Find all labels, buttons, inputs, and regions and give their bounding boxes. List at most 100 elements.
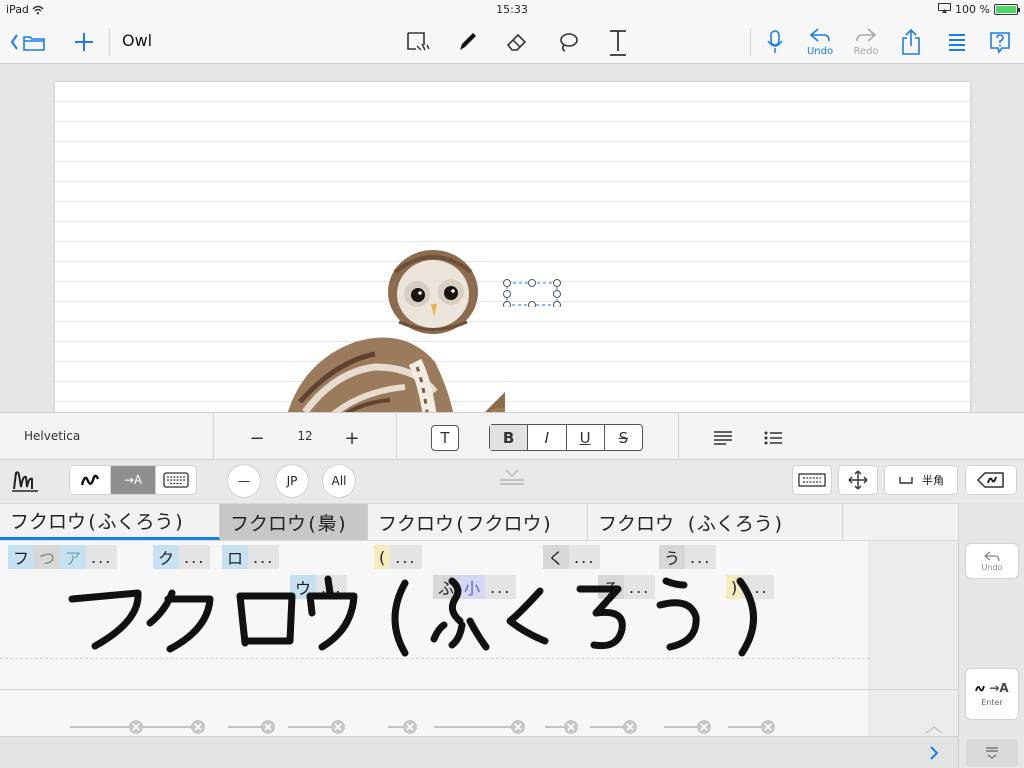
candidate-3[interactable]: フクロウ(フクロウ) xyxy=(368,504,588,540)
handwriting-panel: →A — JP All 半角 フクロウ(ふくろう) フクロウ(梟) フクロウ(フ… xyxy=(0,460,1024,768)
menu-button[interactable] xyxy=(942,20,972,64)
side-undo-label: Undo xyxy=(981,562,1003,572)
format-divider-3 xyxy=(678,413,679,461)
insert-space-button[interactable] xyxy=(793,466,831,494)
space-bar-icon xyxy=(899,477,913,484)
keyboard-mode-button[interactable] xyxy=(156,466,196,494)
text-style-button[interactable]: T xyxy=(431,425,459,451)
folder-icon xyxy=(10,34,45,51)
toolbar-divider xyxy=(109,28,110,56)
collapse-arrow-icon xyxy=(500,469,524,485)
share-icon xyxy=(902,28,920,55)
jp-language-button[interactable]: JP xyxy=(276,465,308,497)
handwriting-area[interactable]: フ つ ア ... ク ... ロ ... ( ... く ... う ... … xyxy=(0,541,958,736)
plus-icon xyxy=(75,33,93,51)
bullet-list-button[interactable] xyxy=(760,425,786,451)
half-width-space-button[interactable]: 半角 xyxy=(885,466,957,494)
voice-button[interactable] xyxy=(762,20,788,64)
handwritten-ink xyxy=(68,575,757,657)
move-cursor-button[interactable] xyxy=(839,466,877,494)
enter-label: Enter xyxy=(981,698,1003,707)
handwriting-toolbar: →A — JP All 半角 xyxy=(0,460,1024,500)
squiggle-icon xyxy=(975,685,986,692)
redo-icon xyxy=(856,28,877,42)
writing-area-margin xyxy=(868,541,958,736)
line-button[interactable]: — xyxy=(228,465,260,497)
candidate-1[interactable]: フクロウ(ふくろう) xyxy=(0,504,220,540)
format-divider xyxy=(213,413,214,461)
keyboard-icon xyxy=(163,472,189,488)
candidate-row: フクロウ(ふくろう) フクロウ(梟) フクロウ(フクロウ) フクロウ (ふくろう… xyxy=(0,503,958,541)
convert-label: →A xyxy=(989,681,1009,695)
side-enter-button[interactable]: →A Enter xyxy=(966,669,1018,719)
help-icon xyxy=(990,32,1010,54)
underline-button[interactable]: U xyxy=(567,425,605,450)
undo-icon xyxy=(983,550,1000,561)
battery-text: 100 % xyxy=(955,3,990,16)
font-name[interactable]: Helvetica xyxy=(24,429,80,443)
main-toolbar: Owl Undo Redo xyxy=(0,20,1024,64)
owl-image[interactable] xyxy=(265,242,505,422)
handwriting-side-panel: Undo →A Enter xyxy=(958,503,1024,768)
lasso-icon xyxy=(560,33,578,52)
undo-button[interactable]: Undo xyxy=(802,20,838,64)
eraser-icon xyxy=(506,33,527,51)
redo-label: Redo xyxy=(853,46,879,57)
segment-sliders[interactable] xyxy=(0,719,958,735)
hide-panel-button[interactable] xyxy=(966,739,1018,767)
candidate-2[interactable]: フクロウ(梟) xyxy=(220,504,368,540)
decrease-size-button[interactable]: − xyxy=(245,425,269,451)
status-time: 15:33 xyxy=(496,3,528,16)
undo-label: Undo xyxy=(806,46,834,57)
format-bar: Helvetica − 12 + T B I U S xyxy=(0,412,1024,461)
airplay-icon xyxy=(938,3,952,16)
align-button[interactable] xyxy=(710,425,736,451)
next-page-button[interactable] xyxy=(928,744,940,766)
format-divider-2 xyxy=(396,413,397,461)
handwriting-bottom-strip xyxy=(0,736,958,768)
italic-button[interactable]: I xyxy=(528,425,567,450)
delete-button[interactable] xyxy=(966,466,1016,494)
half-width-label: 半角 xyxy=(922,474,944,487)
help-button[interactable] xyxy=(985,20,1015,64)
convert-enter-group: →A xyxy=(975,681,1009,695)
text-box-selection[interactable] xyxy=(502,279,562,307)
status-bar: iPad 15:33 100 % xyxy=(0,0,1024,20)
pen-tool-button[interactable] xyxy=(452,20,482,64)
squiggle-icon xyxy=(80,474,100,486)
chevron-right-icon xyxy=(930,746,939,760)
all-language-button[interactable]: All xyxy=(323,465,355,497)
convert-mode-label: →A xyxy=(123,473,143,487)
ink-mode-button[interactable] xyxy=(70,466,110,494)
move-arrows-icon xyxy=(848,470,868,490)
document-title[interactable]: Owl xyxy=(122,31,152,50)
toolbar-divider-2 xyxy=(750,28,751,56)
collapse-panel-handle[interactable] xyxy=(496,466,528,490)
space-insert-icon xyxy=(798,473,826,487)
note-page[interactable] xyxy=(55,82,970,422)
select-tool-button[interactable] xyxy=(400,20,436,64)
scroll-up-icon xyxy=(925,726,943,734)
align-left-icon xyxy=(714,431,732,445)
handwriting-mode-button[interactable] xyxy=(8,466,42,494)
eraser-tool-button[interactable] xyxy=(502,20,532,64)
add-note-button[interactable] xyxy=(70,20,98,64)
bullet-list-icon xyxy=(764,431,782,445)
lasso-select-icon xyxy=(407,32,430,51)
battery-icon xyxy=(994,4,1020,15)
microphone-icon xyxy=(767,30,783,53)
strikethrough-button[interactable]: S xyxy=(605,425,642,450)
convert-mode-button[interactable]: →A xyxy=(111,466,155,494)
back-folder-button[interactable] xyxy=(8,20,52,64)
share-button[interactable] xyxy=(896,20,926,64)
lasso-tool-button[interactable] xyxy=(553,20,583,64)
side-undo-button[interactable]: Undo xyxy=(966,544,1018,578)
hide-keyboard-icon xyxy=(986,747,998,759)
handwriting-icon xyxy=(12,471,38,492)
candidate-4[interactable]: フクロウ (ふくろう) xyxy=(588,504,843,540)
bold-button[interactable]: B xyxy=(490,425,529,450)
text-cursor-icon xyxy=(610,30,626,56)
increase-size-button[interactable]: + xyxy=(340,425,364,451)
text-tool-button[interactable] xyxy=(603,20,633,64)
redo-button[interactable]: Redo xyxy=(848,20,884,64)
